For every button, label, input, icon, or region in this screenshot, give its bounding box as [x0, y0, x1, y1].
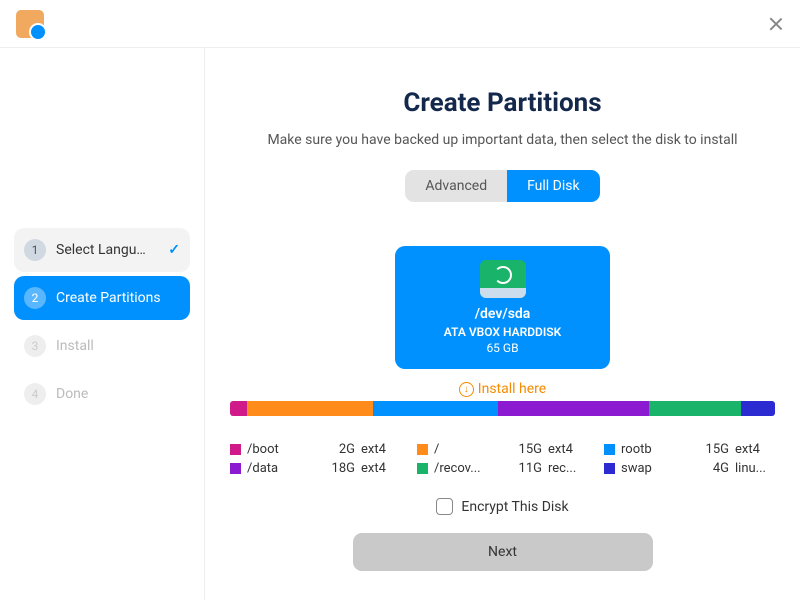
color-swatch — [230, 463, 241, 474]
legend-item: /data 18G ext4 — [230, 461, 401, 476]
titlebar — [0, 0, 800, 48]
check-icon: ✓ — [168, 242, 180, 258]
partition-segment — [498, 401, 649, 416]
partition-size: 15G — [695, 442, 729, 457]
disk-size: 65 GB — [409, 341, 596, 355]
step-number: 1 — [24, 239, 46, 261]
disk-card[interactable]: /dev/sda ATA VBOX HARDDISK 65 GB — [395, 246, 610, 369]
page-title: Create Partitions — [403, 88, 601, 118]
legend-item: rootb 15G ext4 — [604, 442, 775, 457]
partition-size: 18G — [321, 461, 355, 476]
partition-bar — [230, 401, 775, 416]
legend-item: /recov... 11G rec... — [417, 461, 588, 476]
disk-path: /dev/sda — [409, 306, 596, 322]
app-logo — [16, 10, 44, 38]
close-icon[interactable] — [768, 16, 784, 32]
partition-segment — [230, 401, 247, 416]
partition-legend: /boot 2G ext4 / 15G ext4 rootb 15G ext4/data 18G e… — [230, 442, 775, 476]
mode-toggle: Advanced Full Disk — [405, 170, 599, 202]
partition-size: 2G — [321, 442, 355, 457]
filesystem: ext4 — [735, 442, 775, 457]
color-swatch — [230, 444, 241, 455]
partition-size: 11G — [508, 461, 542, 476]
partition-segment — [247, 401, 373, 416]
color-swatch — [417, 463, 428, 474]
color-swatch — [604, 463, 615, 474]
partition-size: 15G — [508, 442, 542, 457]
sidebar: 1 Select Langu… ✓ 2 Create Partitions 3 Instal… — [0, 48, 205, 600]
next-button[interactable]: Next — [353, 533, 653, 571]
mode-full-disk-button[interactable]: Full Disk — [507, 170, 600, 202]
mount-point: rootb — [621, 442, 671, 457]
container: 1 Select Langu… ✓ 2 Create Partitions 3 Instal… — [0, 48, 800, 600]
legend-item: / 15G ext4 — [417, 442, 588, 457]
filesystem: ext4 — [548, 442, 588, 457]
step-label: Install — [56, 338, 94, 354]
partition-segment — [649, 401, 741, 416]
filesystem: rec... — [548, 461, 588, 476]
legend-item: /boot 2G ext4 — [230, 442, 401, 457]
install-here-label: ↓ Install here — [459, 381, 546, 397]
sidebar-step-4: 4 Done — [14, 372, 190, 416]
partition-segment — [373, 401, 499, 416]
step-label: Select Langu… — [56, 242, 162, 258]
step-label: Done — [56, 386, 88, 402]
partition-size: 4G — [695, 461, 729, 476]
step-number: 2 — [24, 287, 46, 309]
step-number: 3 — [24, 335, 46, 357]
mount-point: /data — [247, 461, 297, 476]
step-number: 4 — [24, 383, 46, 405]
filesystem: ext4 — [361, 442, 401, 457]
disk-model: ATA VBOX HARDDISK — [409, 325, 596, 339]
mount-point: /boot — [247, 442, 297, 457]
mount-point: /recov... — [434, 461, 484, 476]
encrypt-label: Encrypt This Disk — [461, 499, 568, 515]
filesystem: linu... — [735, 461, 775, 476]
step-label: Create Partitions — [56, 290, 161, 306]
main-panel: Create Partitions Make sure you have bac… — [205, 48, 800, 600]
partition-segment — [741, 401, 775, 416]
encrypt-option[interactable]: Encrypt This Disk — [436, 498, 568, 515]
legend-item: swap 4G linu... — [604, 461, 775, 476]
filesystem: ext4 — [361, 461, 401, 476]
sidebar-step-2[interactable]: 2 Create Partitions — [14, 276, 190, 320]
page-subtitle: Make sure you have backed up important d… — [267, 132, 737, 148]
color-swatch — [417, 444, 428, 455]
encrypt-checkbox[interactable] — [436, 498, 453, 515]
color-swatch — [604, 444, 615, 455]
mount-point: swap — [621, 461, 671, 476]
sidebar-step-1[interactable]: 1 Select Langu… ✓ — [14, 228, 190, 272]
disk-icon — [480, 260, 526, 298]
mount-point: / — [434, 442, 484, 457]
sidebar-step-3: 3 Install — [14, 324, 190, 368]
mode-advanced-button[interactable]: Advanced — [405, 170, 507, 202]
download-icon: ↓ — [459, 382, 474, 397]
